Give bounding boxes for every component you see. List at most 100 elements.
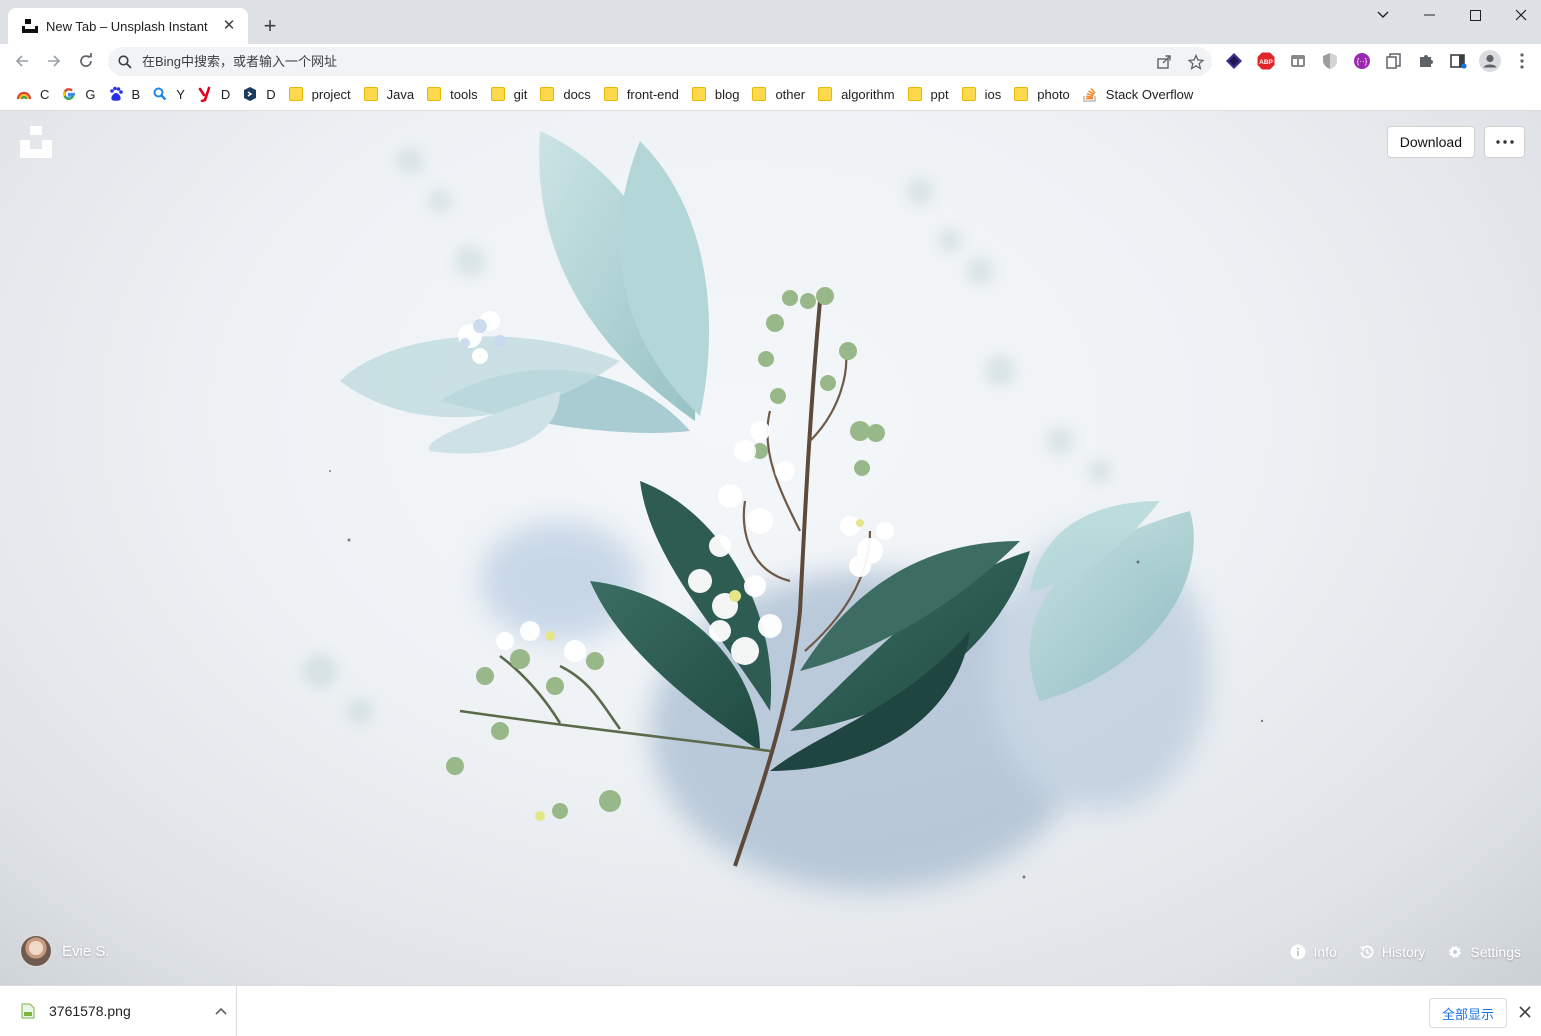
author-name[interactable]: Evie S. xyxy=(62,943,110,960)
google-icon xyxy=(61,86,77,102)
download-button[interactable]: Download xyxy=(1386,126,1475,158)
history-icon xyxy=(1359,944,1375,960)
bookmark-y[interactable]: Y xyxy=(150,81,191,107)
search-icon xyxy=(108,54,142,69)
folder-icon xyxy=(426,86,442,102)
download-shelf: 3761578.png 全部显示 xyxy=(0,985,1541,1036)
layers-extension-icon[interactable] xyxy=(1225,52,1243,70)
folder-icon xyxy=(907,86,923,102)
reload-icon[interactable] xyxy=(73,48,99,74)
youdao-icon xyxy=(197,86,213,102)
gear-icon xyxy=(1447,944,1463,960)
bookmark-star-icon[interactable] xyxy=(1180,53,1212,70)
bookmarks-bar: C G B Y D D project Java tools git docs … xyxy=(0,78,1541,111)
shelf-close-icon[interactable] xyxy=(1516,1003,1534,1021)
author-avatar[interactable] xyxy=(20,935,52,967)
bookmark-label: D xyxy=(220,86,231,102)
shield-extension-icon[interactable] xyxy=(1321,52,1339,70)
bookmark-label: other xyxy=(775,86,806,102)
bookmark-folder-other[interactable]: other xyxy=(749,81,811,107)
baidu-paw-icon xyxy=(108,86,124,102)
bookmark-label: algorithm xyxy=(841,86,895,102)
window-extension-icon[interactable] xyxy=(1289,52,1307,70)
active-tab[interactable]: New Tab – Unsplash Instant ✕ xyxy=(8,8,248,44)
address-input[interactable] xyxy=(142,54,1148,69)
bookmark-label: Stack Overflow xyxy=(1105,86,1194,102)
bookmark-label: project xyxy=(311,86,351,102)
copy-extension-icon[interactable] xyxy=(1385,52,1403,70)
minimize-icon[interactable] xyxy=(1406,0,1452,30)
folder-icon xyxy=(1013,86,1029,102)
bookmark-label: G xyxy=(85,86,96,102)
history-button[interactable]: History xyxy=(1359,944,1426,960)
folder-icon xyxy=(539,86,555,102)
folder-icon xyxy=(363,86,379,102)
adblock-plus-icon[interactable]: ABP xyxy=(1257,52,1275,70)
settings-label: Settings xyxy=(1470,944,1521,960)
bookmark-folder-docs[interactable]: docs xyxy=(537,81,596,107)
bookmark-g[interactable]: G xyxy=(59,81,101,107)
history-label: History xyxy=(1381,944,1426,960)
maximize-icon[interactable] xyxy=(1452,0,1498,30)
bookmark-label: B xyxy=(131,86,141,102)
unsplash-instant-page: Download Evie S. Info History Settings xyxy=(0,111,1541,985)
window-close-icon[interactable] xyxy=(1498,0,1541,30)
bookmark-label: front-end xyxy=(626,86,679,102)
purple-extension-icon[interactable]: {··} xyxy=(1353,52,1371,70)
bookmark-d-dev[interactable]: D xyxy=(240,81,281,107)
show-all-downloads-button[interactable]: 全部显示 xyxy=(1429,998,1507,1028)
bookmark-folder-algorithm[interactable]: algorithm xyxy=(815,81,900,107)
folder-icon xyxy=(961,86,977,102)
folder-icon xyxy=(751,86,767,102)
bookmark-label: blog xyxy=(714,86,740,102)
bookmark-folder-git[interactable]: git xyxy=(488,81,534,107)
tab-close-icon[interactable]: ✕ xyxy=(220,17,238,35)
bookmark-folder-java[interactable]: Java xyxy=(361,81,420,107)
bookmark-label: Java xyxy=(386,86,415,102)
photo-author[interactable]: Evie S. xyxy=(20,935,110,967)
bookmark-d-youdao[interactable]: D xyxy=(195,81,236,107)
svg-text:ABP: ABP xyxy=(1259,59,1273,66)
bookmark-label: ios xyxy=(984,86,1002,102)
info-button[interactable]: Info xyxy=(1290,944,1337,960)
settings-button[interactable]: Settings xyxy=(1447,944,1521,960)
bookmark-folder-photo[interactable]: photo xyxy=(1011,81,1076,107)
bookmark-c[interactable]: C xyxy=(14,81,55,107)
puzzle-icon[interactable] xyxy=(1417,52,1435,70)
tab-strip: New Tab – Unsplash Instant ✕ + xyxy=(0,0,1541,44)
bookmark-label: D xyxy=(266,86,276,102)
share-icon[interactable] xyxy=(1148,54,1180,70)
bookmark-folder-blog[interactable]: blog xyxy=(689,81,746,107)
browser-toolbar: ABP {··} xyxy=(0,44,1541,78)
bookmark-b[interactable]: B xyxy=(106,81,147,107)
svg-text:{··}: {··} xyxy=(1357,57,1368,66)
bookmark-folder-ios[interactable]: ios xyxy=(959,81,1008,107)
bookmark-folder-ppt[interactable]: ppt xyxy=(905,81,955,107)
bookmark-label: Y xyxy=(176,86,185,102)
bookmark-folder-front-end[interactable]: front-end xyxy=(601,81,685,107)
info-icon xyxy=(1290,944,1306,960)
bookmark-label: ppt xyxy=(930,86,949,102)
forward-arrow-icon[interactable] xyxy=(41,48,67,74)
tab-title: New Tab – Unsplash Instant xyxy=(46,18,208,34)
kebab-menu-icon[interactable] xyxy=(1513,52,1531,70)
bookmark-folder-tools[interactable]: tools xyxy=(424,81,483,107)
unsplash-logo[interactable] xyxy=(20,126,52,158)
tab-search-chevron-down-icon[interactable] xyxy=(1360,0,1406,30)
image-file-icon xyxy=(20,1003,36,1019)
new-tab-plus-icon[interactable]: + xyxy=(258,14,282,38)
bookmark-stack-overflow[interactable]: Stack Overflow xyxy=(1080,81,1199,107)
omnibox[interactable] xyxy=(108,47,1212,76)
chrome-rainbow-icon xyxy=(16,86,32,102)
folder-icon xyxy=(288,86,304,102)
bookmark-label: C xyxy=(40,86,50,102)
profile-avatar-icon[interactable] xyxy=(1479,50,1501,72)
photo-actions: Info History Settings xyxy=(1268,944,1521,960)
chevron-up-icon[interactable] xyxy=(206,1007,236,1015)
download-item[interactable]: 3761578.png xyxy=(0,986,237,1036)
bookmark-folder-project[interactable]: project xyxy=(286,81,357,107)
back-arrow-icon[interactable] xyxy=(9,48,35,74)
reading-list-icon[interactable] xyxy=(1449,52,1467,70)
more-dots-icon[interactable] xyxy=(1484,126,1525,158)
background-photo xyxy=(302,131,1264,891)
